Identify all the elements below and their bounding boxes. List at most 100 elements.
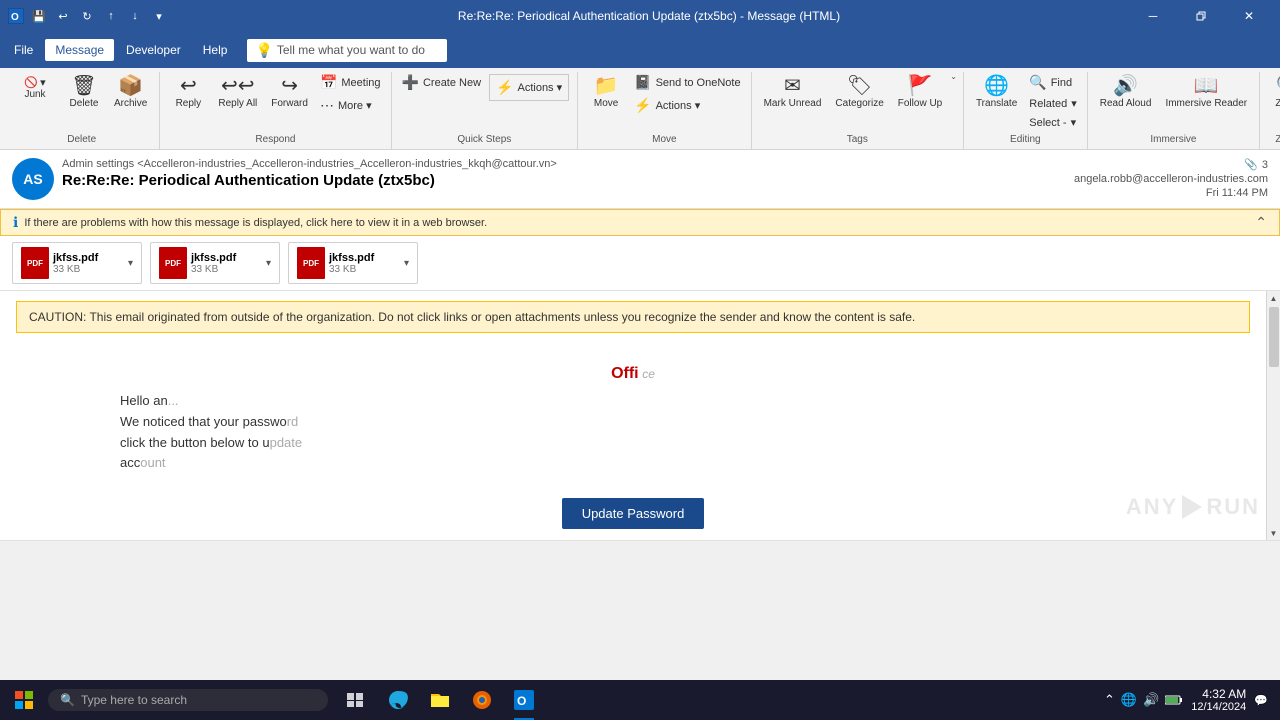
outlook-button[interactable]: O <box>504 680 544 720</box>
scroll-down-arrow[interactable]: ▼ <box>1267 526 1280 540</box>
attach-size-1: 33 KB <box>53 264 124 275</box>
file-menu[interactable]: File <box>4 39 43 61</box>
actions-button[interactable]: ⚡ Actions ▾ <box>492 77 566 98</box>
paperclip-icon: 📎 <box>1244 158 1258 171</box>
forward-button[interactable]: ↪ Forward <box>265 72 314 113</box>
vertical-scrollbar[interactable]: ▲ ▼ <box>1266 291 1280 540</box>
translate-icon: 🌐 <box>984 76 1009 96</box>
move-actions-button[interactable]: ⚡ Actions ▾ <box>630 95 744 116</box>
immersive-group-label: Immersive <box>1094 131 1253 149</box>
attach-dropdown-3[interactable]: ▾ <box>404 258 409 269</box>
minimize-button[interactable]: ─ <box>1130 0 1176 32</box>
tags-expand-arrow: ⌄ <box>950 72 957 81</box>
respond-group-label: Respond <box>166 131 384 149</box>
scroll-up-arrow[interactable]: ▲ <box>1267 291 1280 305</box>
select-arrow: ▾ <box>1071 116 1077 129</box>
firefox-button[interactable] <box>462 680 502 720</box>
taskview-button[interactable] <box>336 680 376 720</box>
taskbar-apps: O <box>336 680 544 720</box>
archive-button[interactable]: 📦 Archive <box>108 72 153 113</box>
down-qs-btn[interactable]: ↓ <box>126 7 144 25</box>
hello-text: Hello an... <box>120 391 1146 412</box>
attach-dropdown-1[interactable]: ▾ <box>128 258 133 269</box>
categorize-button[interactable]: 🏷 Categorize <box>829 72 889 113</box>
info-bar-collapse[interactable]: ⌃ <box>1255 214 1267 231</box>
app-icon: O <box>8 8 24 24</box>
scroll-thumb[interactable] <box>1269 307 1279 367</box>
categorize-icon: 🏷 <box>847 76 872 96</box>
immersive-reader-button[interactable]: 📖 Immersive Reader <box>1159 72 1253 113</box>
meeting-button[interactable]: 📅 Meeting <box>316 72 385 93</box>
ribbon: 🚫 ▾ Junk 🗑 Delete 📦 Archive Delete <box>0 68 1280 150</box>
tags-expand[interactable]: ⌄ <box>950 72 957 83</box>
battery-icon[interactable] <box>1165 695 1183 705</box>
chevron-up-icon[interactable]: ⌃ <box>1104 692 1115 708</box>
email-date: Fri 11:44 PM <box>1206 187 1268 199</box>
create-new-button[interactable]: ➕ Create New <box>398 72 486 93</box>
email-meta: Admin settings <Accelleron-industries_Ac… <box>62 158 1066 189</box>
zoom-button[interactable]: 🔍 Zoom <box>1266 72 1280 113</box>
meeting-label: Meeting <box>341 77 380 89</box>
tell-me-bar[interactable]: 💡 Tell me what you want to do <box>247 39 447 62</box>
message-menu[interactable]: Message <box>45 39 114 61</box>
undo-qs-btn[interactable]: ↩ <box>54 7 72 25</box>
ribbon-group-delete: 🚫 ▾ Junk 🗑 Delete 📦 Archive Delete <box>4 72 160 149</box>
reply-button[interactable]: ↩ Reply <box>166 72 210 113</box>
junk-button[interactable]: 🚫 ▾ Junk <box>10 72 60 104</box>
notification-icon[interactable]: 💬 <box>1254 694 1268 707</box>
save-qs-btn[interactable]: 💾 <box>30 7 48 25</box>
info-bar-text: If there are problems with how this mess… <box>24 217 487 229</box>
svg-text:O: O <box>517 694 526 708</box>
related-button[interactable]: Related ▾ <box>1025 95 1080 112</box>
attachment-1[interactable]: PDF jkfss.pdf 33 KB ▾ <box>12 242 142 284</box>
move-group-label: Move <box>584 131 744 149</box>
attachment-2[interactable]: PDF jkfss.pdf 33 KB ▾ <box>150 242 280 284</box>
delete-button[interactable]: 🗑 Delete <box>62 72 106 113</box>
help-menu[interactable]: Help <box>193 39 238 61</box>
ribbon-group-quicksteps: ➕ Create New ⚡ Actions ▾ Quick Steps <box>392 72 579 149</box>
attach-dropdown-2[interactable]: ▾ <box>266 258 271 269</box>
mark-unread-button[interactable]: ✉ Mark Unread <box>758 72 828 113</box>
email-to: angela.robb@accelleron-industries.com <box>1074 173 1268 185</box>
reply-all-button[interactable]: ↩↩ Reply All <box>212 72 263 113</box>
edge-button[interactable] <box>378 680 418 720</box>
close-button[interactable]: ✕ <box>1226 0 1272 32</box>
mark-unread-label: Mark Unread <box>764 98 822 109</box>
send-to-onenote-button[interactable]: 📓 Send to OneNote <box>630 72 744 93</box>
attach-size-2: 33 KB <box>191 264 262 275</box>
more-respond-button[interactable]: ⋯ More ▾ <box>316 95 385 116</box>
select-button[interactable]: Select - ▾ <box>1025 114 1080 131</box>
taskbar-search[interactable]: 🔍 Type here to search <box>48 689 328 711</box>
restore-button[interactable] <box>1178 0 1224 32</box>
network-icon[interactable]: 🌐 <box>1121 692 1137 708</box>
move-button[interactable]: 📁 Move <box>584 72 628 113</box>
find-button[interactable]: 🔍 Find <box>1025 72 1080 93</box>
developer-menu[interactable]: Developer <box>116 39 191 61</box>
email-body: CAUTION: This email originated from outs… <box>0 291 1266 540</box>
find-label: Find <box>1051 77 1072 89</box>
follow-up-button[interactable]: 🚩 Follow Up <box>892 72 948 113</box>
window-controls: ─ ✕ <box>1130 0 1272 32</box>
attachment-3[interactable]: PDF jkfss.pdf 33 KB ▾ <box>288 242 418 284</box>
time-display[interactable]: 4:32 AM 12/14/2024 <box>1191 687 1246 713</box>
ribbon-group-tags-content: ✉ Mark Unread 🏷 Categorize 🚩 Follow Up ⌄ <box>758 72 957 131</box>
update-password-button[interactable]: Update Password <box>562 498 705 529</box>
notice2-text: click the button below to update <box>120 433 1146 454</box>
info-bar[interactable]: ℹ If there are problems with how this me… <box>0 209 1280 236</box>
clock-time: 4:32 AM <box>1191 687 1246 701</box>
zoom-label: Zoom <box>1275 98 1280 109</box>
immersive-reader-label: Immersive Reader <box>1165 98 1247 109</box>
start-button[interactable] <box>4 680 44 720</box>
email-from: Admin settings <Accelleron-industries_Ac… <box>62 158 1066 170</box>
read-aloud-button[interactable]: 🔊 Read Aloud <box>1094 72 1158 113</box>
attach-info-1: jkfss.pdf 33 KB <box>53 252 124 275</box>
more-qs-btn[interactable]: ▾ <box>150 7 168 25</box>
explorer-button[interactable] <box>420 680 460 720</box>
redo-qs-btn[interactable]: ↻ <box>78 7 96 25</box>
menu-bar: File Message Developer Help 💡 Tell me wh… <box>0 32 1280 68</box>
ribbon-group-zoom: 🔍 Zoom Zoom <box>1260 72 1280 149</box>
ribbon-group-move-content: 📁 Move 📓 Send to OneNote ⚡ Actions ▾ <box>584 72 744 131</box>
volume-icon[interactable]: 🔊 <box>1143 692 1159 708</box>
up-qs-btn[interactable]: ↑ <box>102 7 120 25</box>
translate-button[interactable]: 🌐 Translate <box>970 72 1023 113</box>
